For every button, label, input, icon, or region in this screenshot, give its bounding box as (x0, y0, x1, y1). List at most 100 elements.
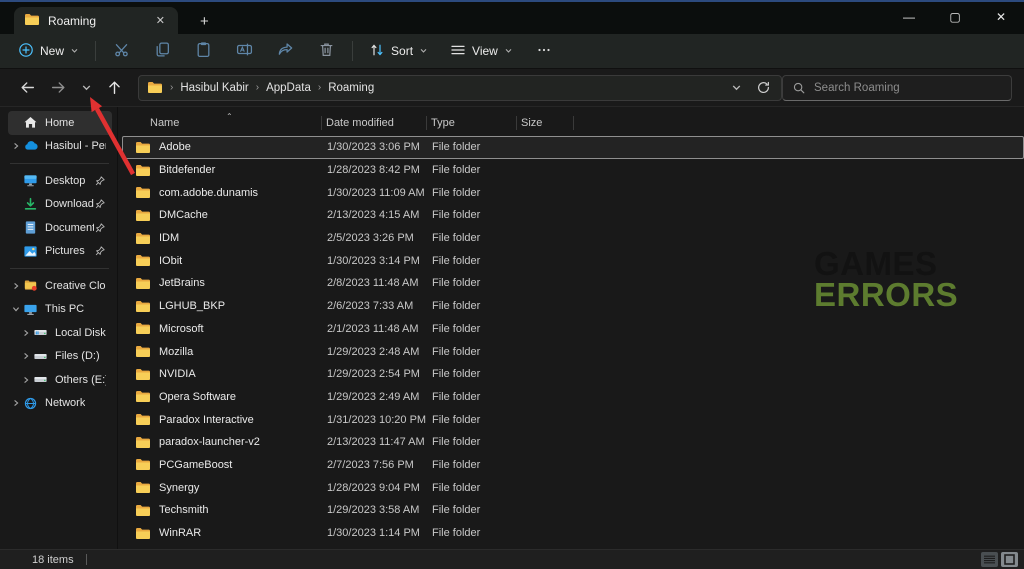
sidebar-item-label: Files (D:) (55, 350, 100, 362)
folder-icon (24, 13, 40, 29)
back-button[interactable] (12, 74, 43, 101)
chevron-right-icon[interactable] (20, 329, 32, 337)
new-button[interactable]: New (10, 37, 87, 66)
sidebar-item-desktop[interactable]: Desktop (8, 169, 112, 193)
address-bar-row: › Hasibul Kabir › AppData › Roaming (0, 69, 1024, 107)
sidebar-item-files-d[interactable]: Files (D:) (8, 345, 112, 369)
paste-button[interactable] (186, 36, 221, 66)
sidebar-item-others-e[interactable]: Others (E:) (8, 368, 112, 392)
close-button[interactable]: ✕ (978, 2, 1024, 32)
file-row-winrar[interactable]: WinRAR1/30/2023 1:14 PMFile folder (122, 522, 1024, 545)
file-row-dmcache[interactable]: DMCache2/13/2023 4:15 AMFile folder (122, 204, 1024, 227)
folder-icon (135, 504, 151, 517)
file-row-paradox-launcher-v2[interactable]: paradox-launcher-v22/13/2023 11:47 AMFil… (122, 431, 1024, 454)
sidebar-item-creative-cloud-files[interactable]: Creative Cloud Files (8, 274, 112, 298)
sidebar-item-this-pc[interactable]: This PC (8, 298, 112, 322)
file-row-iobit[interactable]: IObit1/30/2023 3:14 PMFile folder (122, 249, 1024, 272)
sidebar-item-downloads[interactable]: Downloads (8, 193, 112, 217)
details-view-toggle[interactable] (981, 552, 998, 567)
file-list-pane: Name ⌃ Date modified Type Size Adobe1/30 (118, 107, 1024, 549)
explorer-tab-roaming[interactable]: Roaming ✕ (14, 7, 178, 34)
recent-locations-button[interactable] (74, 77, 99, 98)
documents-icon (22, 220, 39, 235)
search-box[interactable] (782, 75, 1012, 101)
share-button[interactable] (268, 36, 303, 66)
chevron-right-icon[interactable] (10, 282, 22, 290)
column-header-name[interactable]: Name ⌃ (122, 112, 322, 134)
file-name-cell: PCGameBoost (123, 458, 323, 471)
view-toggles (981, 552, 1018, 567)
folder-icon (135, 368, 151, 381)
chevron-right-icon[interactable] (10, 142, 22, 150)
folder-icon (135, 254, 151, 267)
chevron-right-icon[interactable] (10, 399, 22, 407)
file-row-jetbrains[interactable]: JetBrains2/8/2023 11:48 AMFile folder (122, 272, 1024, 295)
sidebar-item-network[interactable]: Network (8, 392, 112, 416)
file-row-lghub-bkp[interactable]: LGHUB_BKP2/6/2023 7:33 AMFile folder (122, 295, 1024, 318)
folder-icon (135, 481, 151, 494)
address-bar[interactable]: › Hasibul Kabir › AppData › Roaming (138, 75, 782, 101)
delete-button[interactable] (309, 36, 344, 66)
item-count: 18 items (32, 554, 74, 566)
maximize-button[interactable]: ▢ (932, 2, 978, 32)
chevron-down-icon (70, 44, 79, 58)
file-row-mozilla[interactable]: Mozilla1/29/2023 2:48 AMFile folder (122, 340, 1024, 363)
forward-button[interactable] (43, 74, 74, 101)
window-controls: — ▢ ✕ (886, 2, 1024, 32)
sidebar-item-documents[interactable]: Documents (8, 216, 112, 240)
file-name: Adobe (159, 141, 191, 153)
file-date-cell: 2/5/2023 3:26 PM (323, 232, 428, 244)
chevron-right-icon[interactable] (20, 376, 32, 384)
address-dropdown-button[interactable] (729, 80, 744, 95)
tab-close-button[interactable]: ✕ (151, 12, 170, 29)
rename-button[interactable] (227, 36, 262, 66)
breadcrumb-item-appdata[interactable]: AppData (260, 79, 317, 97)
file-name-cell: Mozilla (123, 345, 323, 358)
sidebar-item-pictures[interactable]: Pictures (8, 240, 112, 264)
file-row-bitdefender[interactable]: Bitdefender1/28/2023 8:42 PMFile folder (122, 159, 1024, 182)
up-button[interactable] (99, 74, 130, 101)
file-row-adobe[interactable]: Adobe1/30/2023 3:06 PMFile folder (122, 136, 1024, 159)
sidebar-item-label: Hasibul - Personal (45, 140, 106, 152)
minimize-button[interactable]: — (886, 2, 932, 32)
breadcrumb-item-roaming[interactable]: Roaming (322, 79, 380, 97)
file-row-nvidia[interactable]: NVIDIA1/29/2023 2:54 PMFile folder (122, 363, 1024, 386)
file-row-synergy[interactable]: Synergy1/28/2023 9:04 PMFile folder (122, 476, 1024, 499)
cut-button[interactable] (104, 36, 139, 66)
column-header-date-modified[interactable]: Date modified (322, 112, 427, 134)
sidebar-item-hasibul-personal[interactable]: Hasibul - Personal (8, 135, 112, 159)
file-type-cell: File folder (428, 504, 518, 516)
file-row-com-adobe-dunamis[interactable]: com.adobe.dunamis1/30/2023 11:09 AMFile … (122, 181, 1024, 204)
view-button[interactable]: View (442, 37, 521, 66)
more-ellipsis-icon (536, 42, 552, 61)
sidebar-item-label: Network (45, 397, 85, 409)
sort-ascending-icon: ⌃ (226, 112, 233, 121)
sidebar-item-home[interactable]: Home (8, 111, 112, 135)
file-row-opera-software[interactable]: Opera Software1/29/2023 2:49 AMFile fold… (122, 386, 1024, 409)
column-header-size[interactable]: Size (517, 112, 574, 134)
breadcrumb-item-user[interactable]: Hasibul Kabir (174, 79, 254, 97)
column-header-type[interactable]: Type (427, 112, 517, 134)
copy-button[interactable] (145, 36, 180, 66)
sort-button[interactable]: Sort (361, 37, 436, 66)
file-row-idm[interactable]: IDM2/5/2023 3:26 PMFile folder (122, 227, 1024, 250)
chevron-right-icon[interactable] (20, 352, 32, 360)
file-date-cell: 1/30/2023 1:14 PM (323, 527, 428, 539)
file-row-techsmith[interactable]: Techsmith1/29/2023 3:58 AMFile folder (122, 499, 1024, 522)
column-resize-handle[interactable] (573, 116, 574, 130)
refresh-button[interactable] (754, 78, 773, 97)
file-row-microsoft[interactable]: Microsoft2/1/2023 11:48 AMFile folder (122, 318, 1024, 341)
sidebar-item-label: Creative Cloud Files (45, 280, 106, 292)
large-icons-view-toggle[interactable] (1001, 552, 1018, 567)
search-input[interactable] (814, 82, 1002, 94)
file-name: Synergy (159, 482, 199, 494)
file-row-pcgameboost[interactable]: PCGameBoost2/7/2023 7:56 PMFile folder (122, 454, 1024, 477)
sidebar-item-local-disk-c[interactable]: Local Disk (C:) (8, 321, 112, 345)
new-tab-button[interactable]: + (200, 13, 209, 30)
folder-icon (147, 81, 163, 94)
chevron-down-icon[interactable] (10, 305, 22, 313)
sidebar-item-label: Others (E:) (55, 374, 106, 386)
file-row-paradox-interactive[interactable]: Paradox Interactive1/31/2023 10:20 PMFil… (122, 408, 1024, 431)
folder-icon (135, 277, 151, 290)
see-more-button[interactable] (527, 37, 561, 66)
